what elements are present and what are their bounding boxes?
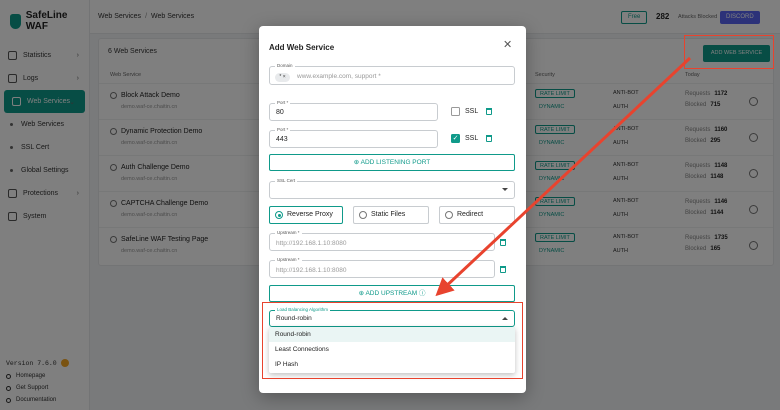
annotation-arrow: [435, 56, 692, 297]
